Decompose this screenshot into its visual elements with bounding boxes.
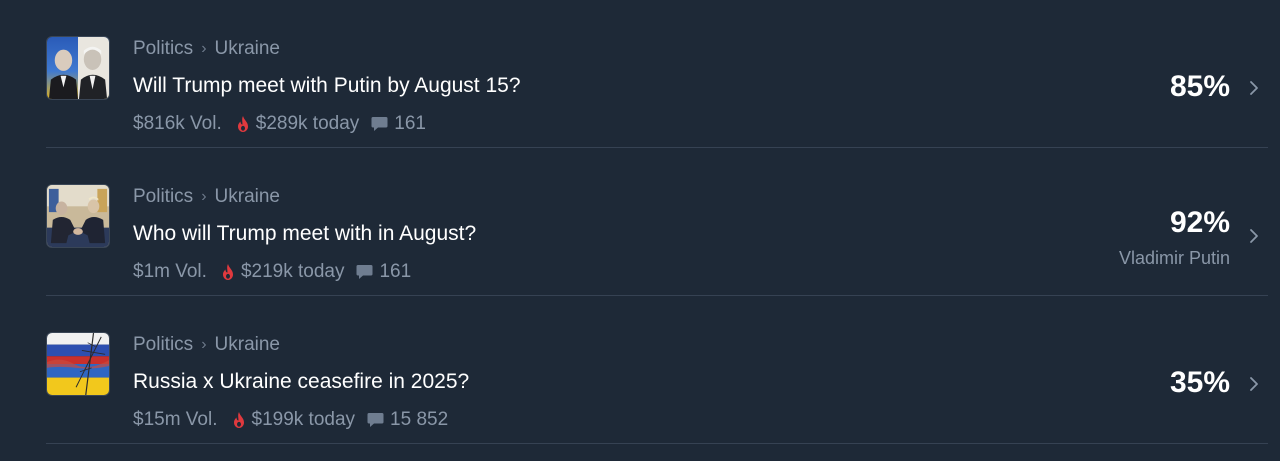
breadcrumb-category[interactable]: Politics [133, 334, 193, 356]
leading-outcome: Vladimir Putin [1118, 248, 1230, 268]
volume-text: $816k Vol. [133, 113, 222, 134]
market-title[interactable]: Russia x Ukraine ceasefire in 2025? [133, 370, 469, 394]
market-thumbnail-portraits [46, 36, 110, 100]
comment-count[interactable]: 161 [379, 261, 411, 283]
market-title[interactable]: Who will Trump meet with in August? [133, 222, 476, 246]
chevron-right-icon[interactable] [1248, 376, 1260, 392]
market-row-russia-ukraine-ceasefire[interactable]: Politics › Ukraine Russia x Ukraine ceas… [46, 296, 1268, 444]
breadcrumb-subcategory[interactable]: Ukraine [215, 186, 280, 208]
breadcrumb: Politics › Ukraine [133, 334, 280, 356]
fire-icon [233, 412, 244, 428]
breadcrumb-category[interactable]: Politics [133, 38, 193, 60]
breadcrumb-subcategory[interactable]: Ukraine [215, 38, 280, 60]
comment-icon [371, 117, 388, 131]
probability-percent: 35% [1169, 366, 1230, 399]
chevron-right-icon[interactable] [1248, 228, 1260, 244]
chevron-right-icon[interactable] [1248, 80, 1260, 96]
chevron-right-icon: › [201, 336, 207, 353]
market-thumbnail-handshake [46, 184, 110, 248]
probability-percent: 85% [1169, 70, 1230, 103]
comment-icon [367, 413, 384, 427]
market-stats: $15m Vol. $199k today 15 852 [133, 409, 448, 431]
breadcrumb: Politics › Ukraine [133, 186, 280, 208]
breadcrumb: Politics › Ukraine [133, 38, 280, 60]
comment-count[interactable]: 15 852 [390, 409, 448, 431]
market-thumbnail-flags [46, 332, 110, 396]
today-volume-text: $199k today [251, 409, 356, 430]
today-volume-text: $289k today [255, 113, 360, 134]
chevron-right-icon: › [201, 188, 207, 205]
volume-text: $15m Vol. [133, 409, 218, 430]
fire-icon [237, 116, 248, 132]
today-volume-text: $219k today [240, 261, 345, 282]
market-row-trump-putin-aug15[interactable]: Politics › Ukraine Will Trump meet with … [46, 0, 1268, 148]
chevron-right-icon: › [201, 40, 207, 57]
market-row-trump-meet-august[interactable]: Politics › Ukraine Who will Trump meet w… [46, 148, 1268, 296]
probability-percent: 92% [1169, 206, 1230, 239]
market-list: Politics › Ukraine Will Trump meet with … [0, 0, 1280, 461]
market-stats: $1m Vol. $219k today 161 [133, 261, 411, 283]
breadcrumb-subcategory[interactable]: Ukraine [215, 334, 280, 356]
fire-icon [222, 264, 233, 280]
volume-text: $1m Vol. [133, 261, 207, 282]
comment-count[interactable]: 161 [394, 113, 426, 135]
market-stats: $816k Vol. $289k today 161 [133, 113, 426, 135]
breadcrumb-category[interactable]: Politics [133, 186, 193, 208]
comment-icon [356, 265, 373, 279]
market-title[interactable]: Will Trump meet with Putin by August 15? [133, 74, 521, 98]
